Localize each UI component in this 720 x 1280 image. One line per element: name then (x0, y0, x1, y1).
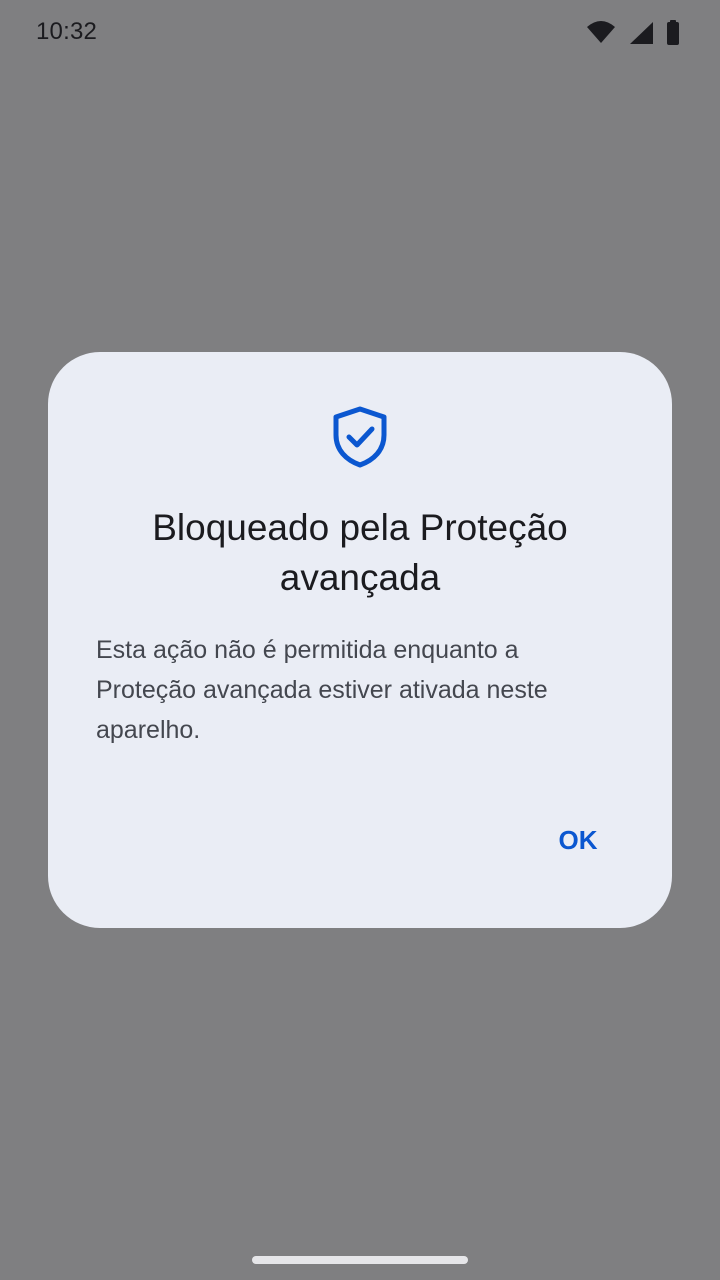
dialog-title: Bloqueado pela Proteção avançada (152, 507, 568, 598)
status-icons (586, 18, 680, 48)
wifi-icon (586, 19, 616, 47)
dialog-message: Esta ação não é permitida enquanto a Pro… (96, 636, 548, 744)
battery-icon (666, 19, 680, 47)
cellular-signal-icon (628, 19, 654, 47)
status-bar: 10:32 (0, 0, 720, 66)
shield-check-icon (331, 405, 389, 469)
ok-button[interactable]: OK (536, 812, 620, 868)
status-time: 10:32 (36, 18, 98, 45)
navigation-handle[interactable] (252, 1256, 468, 1264)
